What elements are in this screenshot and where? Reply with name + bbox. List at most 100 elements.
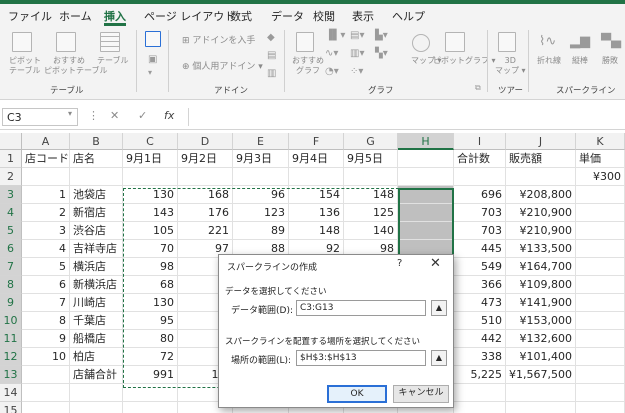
column-header-d[interactable]: D [178, 133, 233, 150]
people-graph-icon[interactable]: ▤ [267, 50, 276, 61]
column-header-b[interactable]: B [70, 133, 123, 150]
cell-a1[interactable]: 店コード [22, 150, 70, 168]
cell-i13[interactable]: 5,225 [454, 366, 506, 384]
cell-k3[interactable] [576, 186, 625, 204]
cell-c9[interactable]: 130 [123, 294, 178, 312]
formula-input[interactable] [188, 108, 625, 126]
cell-i12[interactable]: 338 [454, 348, 506, 366]
column-header-h[interactable]: H [398, 133, 454, 150]
cell-i6[interactable]: 445 [454, 240, 506, 258]
cell-j3[interactable]: ¥208,800 [506, 186, 576, 204]
cell-b7[interactable]: 横浜店 [70, 258, 123, 276]
cell-f5[interactable]: 148 [289, 222, 344, 240]
cell-g4[interactable]: 125 [344, 204, 398, 222]
name-box[interactable]: C3 [2, 108, 78, 126]
collapse-dialog-icon[interactable]: ▲ [431, 350, 447, 366]
row-header-6[interactable]: 6 [0, 240, 22, 258]
cell-i4[interactable]: 703 [454, 204, 506, 222]
row-header-3[interactable]: 3 [0, 186, 22, 204]
pivot-table-button[interactable]: ピボット テーブル [9, 56, 41, 76]
cell-g5[interactable]: 140 [344, 222, 398, 240]
cell-j15[interactable] [506, 402, 576, 413]
cell-i7[interactable]: 549 [454, 258, 506, 276]
cell-k2[interactable]: ¥300 [576, 168, 625, 186]
cell-i14[interactable] [454, 384, 506, 402]
cell-f2[interactable] [289, 168, 344, 186]
cell-k11[interactable] [576, 330, 625, 348]
cell-a12[interactable]: 10 [22, 348, 70, 366]
shapes-icon[interactable] [145, 31, 161, 47]
row-header-1[interactable]: 1 [0, 150, 22, 168]
cell-f4[interactable]: 136 [289, 204, 344, 222]
cell-a5[interactable]: 3 [22, 222, 70, 240]
cell-b10[interactable]: 千葉店 [70, 312, 123, 330]
cell-c15[interactable] [123, 402, 178, 413]
cell-j4[interactable]: ¥210,900 [506, 204, 576, 222]
cell-g2[interactable] [344, 168, 398, 186]
cell-g3[interactable]: 148 [344, 186, 398, 204]
cell-k5[interactable] [576, 222, 625, 240]
get-addins-button[interactable]: ⊞ アドインを入手 [182, 36, 255, 46]
location-range-input[interactable]: $H$3:$H$13 [296, 350, 426, 366]
column-header-k[interactable]: K [576, 133, 625, 150]
dialog-launcher-icon[interactable]: ⧉ [475, 83, 481, 93]
cell-c10[interactable]: 95 [123, 312, 178, 330]
cell-i8[interactable]: 366 [454, 276, 506, 294]
row-header-10[interactable]: 10 [0, 312, 22, 330]
cell-h1[interactable] [398, 150, 454, 168]
cell-j9[interactable]: ¥141,900 [506, 294, 576, 312]
cell-i9[interactable]: 473 [454, 294, 506, 312]
row-header-8[interactable]: 8 [0, 276, 22, 294]
statistic-chart-icon[interactable]: ▥▾ [350, 48, 364, 59]
cell-c11[interactable]: 80 [123, 330, 178, 348]
cell-b8[interactable]: 新横浜店 [70, 276, 123, 294]
cell-f1[interactable]: 9月4日 [289, 150, 344, 168]
cell-a13[interactable] [22, 366, 70, 384]
cell-c4[interactable]: 143 [123, 204, 178, 222]
pie-chart-icon[interactable]: ◔▾ [325, 66, 339, 77]
cell-c13[interactable]: 991 [123, 366, 178, 384]
cell-j2[interactable] [506, 168, 576, 186]
tab-insert[interactable]: 挿入 [104, 8, 126, 26]
column-header-f[interactable]: F [289, 133, 344, 150]
row-header-14[interactable]: 14 [0, 384, 22, 402]
cell-b12[interactable]: 柏店 [70, 348, 123, 366]
cell-j1[interactable]: 販売額 [506, 150, 576, 168]
cell-j8[interactable]: ¥109,800 [506, 276, 576, 294]
cell-b5[interactable]: 渋谷店 [70, 222, 123, 240]
tab-formulas[interactable]: 数式 [230, 8, 252, 26]
cell-a4[interactable]: 2 [22, 204, 70, 222]
enter-icon[interactable]: ✓ [138, 109, 147, 122]
cell-b14[interactable] [70, 384, 123, 402]
cell-j7[interactable]: ¥164,700 [506, 258, 576, 276]
cell-e2[interactable] [233, 168, 289, 186]
cell-d3[interactable]: 168 [178, 186, 233, 204]
sparkline-column-button[interactable]: 縦棒 [572, 56, 588, 66]
cell-a2[interactable] [22, 168, 70, 186]
close-icon[interactable]: ✕ [430, 256, 441, 271]
cell-j11[interactable]: ¥132,600 [506, 330, 576, 348]
cell-h3[interactable] [398, 186, 454, 204]
cell-a14[interactable] [22, 384, 70, 402]
column-header-e[interactable]: E [233, 133, 289, 150]
cell-j5[interactable]: ¥210,900 [506, 222, 576, 240]
waterfall-chart-icon[interactable]: ▙▾ [375, 30, 388, 41]
cell-c14[interactable] [123, 384, 178, 402]
image-icon[interactable]: ▣ [148, 54, 157, 65]
recommended-charts-button[interactable]: おすすめ グラフ [292, 56, 324, 76]
cell-f3[interactable]: 154 [289, 186, 344, 204]
cell-c5[interactable]: 105 [123, 222, 178, 240]
column-header-g[interactable]: G [344, 133, 398, 150]
cell-h2[interactable] [398, 168, 454, 186]
tab-data[interactable]: データ [271, 8, 304, 26]
column-header-c[interactable]: C [123, 133, 178, 150]
visio-icon[interactable]: ▥ [267, 68, 276, 79]
scatter-chart-icon[interactable]: ⁘▾ [350, 66, 363, 77]
cell-d4[interactable]: 176 [178, 204, 233, 222]
column-header-j[interactable]: J [506, 133, 576, 150]
bing-maps-icon[interactable]: ◆ [267, 32, 275, 43]
column-chart-icon[interactable]: ▐▌▾ [325, 30, 345, 41]
tab-help[interactable]: ヘルプ [392, 8, 425, 26]
cell-b6[interactable]: 吉祥寺店 [70, 240, 123, 258]
cell-c8[interactable]: 68 [123, 276, 178, 294]
